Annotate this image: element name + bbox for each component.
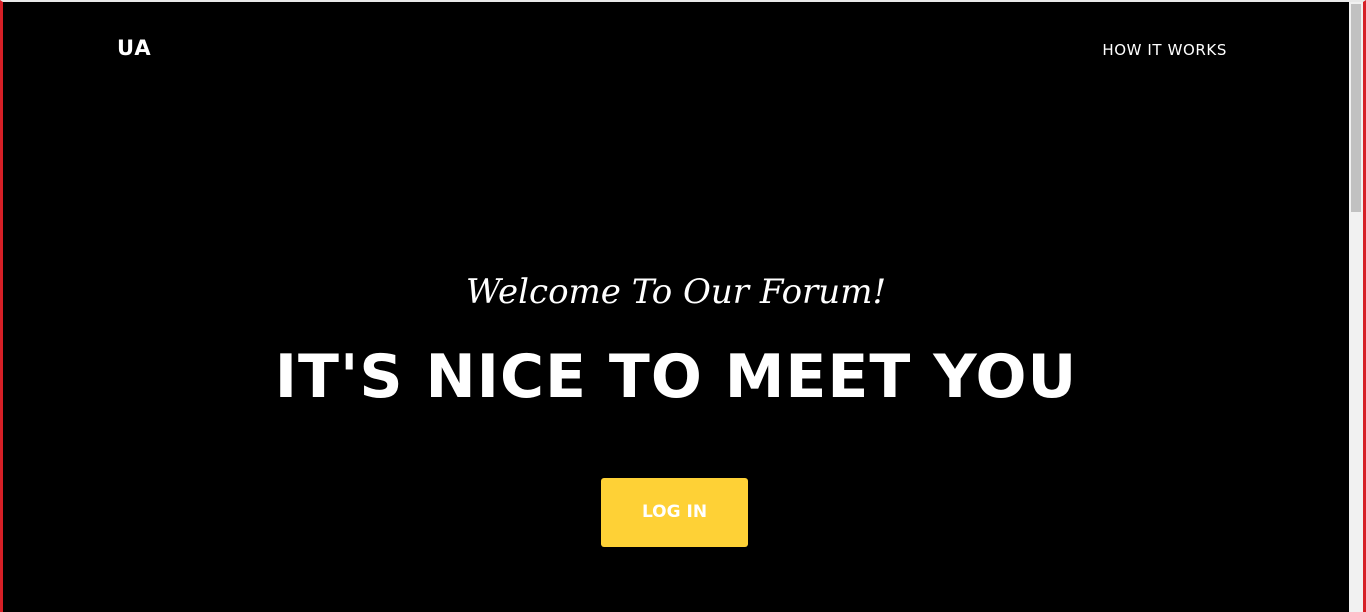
vertical-scrollbar[interactable]: [1349, 2, 1363, 612]
login-button[interactable]: LOG IN: [601, 478, 748, 547]
brand-logo[interactable]: UA: [117, 36, 152, 60]
hero-heading: IT'S NICE TO MEET YOU: [274, 342, 1078, 412]
browser-viewport: UA HOW IT WORKS Welcome To Our Forum! IT…: [0, 0, 1366, 612]
hero-section: Welcome To Our Forum! IT'S NICE TO MEET …: [3, 264, 1349, 412]
page: UA HOW IT WORKS Welcome To Our Forum! IT…: [3, 2, 1349, 612]
hero-subheading: Welcome To Our Forum!: [465, 272, 887, 312]
scrollbar-thumb[interactable]: [1351, 4, 1361, 212]
nav-link-how-it-works[interactable]: HOW IT WORKS: [1102, 41, 1227, 59]
